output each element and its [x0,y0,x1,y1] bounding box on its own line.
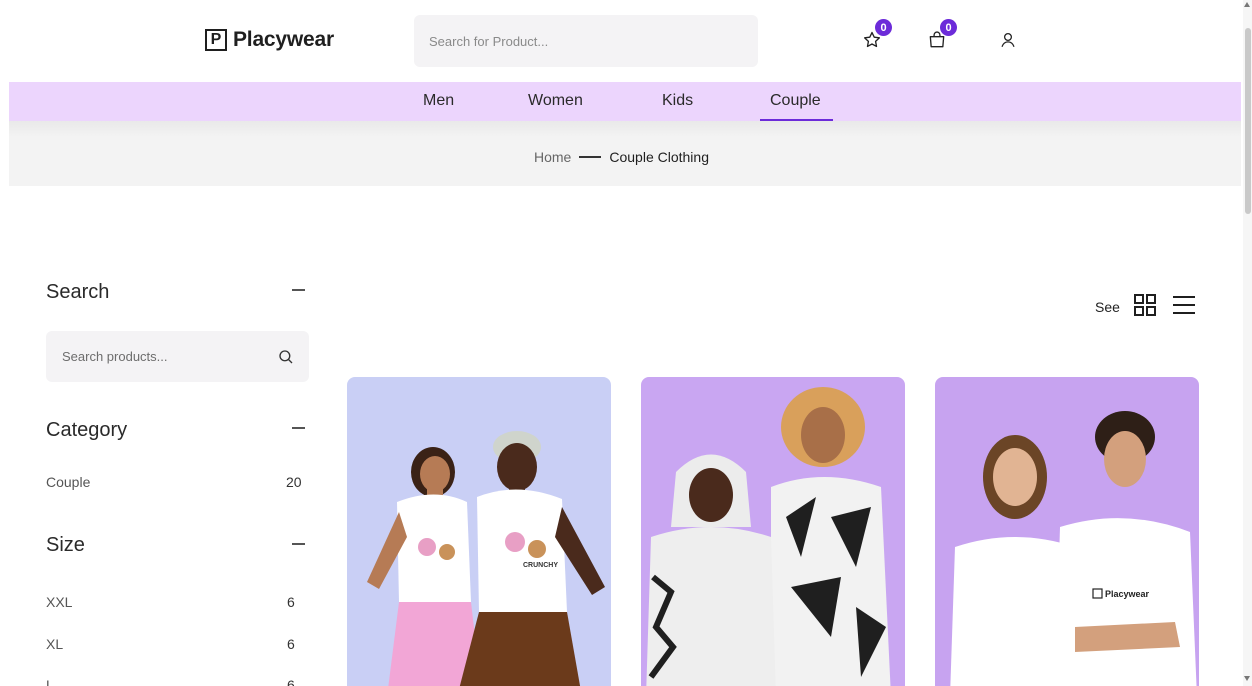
cart-count-badge: 0 [940,19,957,36]
product-card[interactable]: CRUNCHY [347,377,611,686]
size-count: 6 [287,594,295,610]
size-item-xxl[interactable]: XXL [46,594,72,610]
product-image[interactable] [641,377,905,686]
search-icon[interactable] [277,348,295,366]
top-header: P Placywear 0 0 [9,10,1241,82]
logo-text: Placywear [233,28,334,51]
collapse-search-icon[interactable] [292,289,305,291]
size-count: 6 [287,636,295,652]
scrollbar-thumb[interactable] [1245,28,1251,214]
sidebar-search-input[interactable] [62,349,277,364]
scroll-down-arrow-icon[interactable] [1244,676,1250,681]
shirt-print-text: Placywear [1105,589,1150,599]
breadcrumb-current: Couple Clothing [609,149,709,165]
scroll-up-arrow-icon[interactable] [1244,2,1250,7]
product-image[interactable]: Placywear [935,377,1199,686]
product-image[interactable]: CRUNCHY [347,377,611,686]
list-icon [1173,296,1195,314]
view-mode-label: See [1095,299,1120,315]
size-filter-title: Size [46,534,85,556]
product-search-input[interactable] [429,33,758,49]
size-item-l[interactable]: L [46,677,54,686]
user-icon [1001,32,1015,47]
account-button[interactable] [996,28,1020,52]
search-filter-title: Search [46,281,110,303]
sidebar-search-box[interactable] [46,331,309,382]
collapse-category-icon[interactable] [292,427,305,429]
shirt-print-text: CRUNCHY [523,562,558,569]
collapse-size-icon[interactable] [292,543,305,545]
category-count: 20 [286,474,302,490]
cart-button[interactable]: 0 [925,19,957,52]
nav-item-kids[interactable]: Kids [662,92,693,110]
grid-icon [1134,294,1156,316]
nav-item-women[interactable]: Women [528,92,583,110]
product-search-box[interactable] [414,15,758,67]
list-view-button[interactable] [1171,292,1197,318]
grid-view-button[interactable] [1132,292,1158,318]
size-count: 6 [287,677,295,686]
nav-item-couple[interactable]: Couple [770,92,821,110]
wishlist-button[interactable]: 0 [860,19,892,52]
wishlist-count-badge: 0 [875,19,892,36]
logo-mark: P [205,29,227,51]
breadcrumb: Home Couple Clothing [534,149,709,165]
breadcrumb-home-link[interactable]: Home [534,149,571,165]
breadcrumb-separator [579,156,602,158]
category-nav: Men Women Kids Couple [9,82,1241,121]
category-item-couple[interactable]: Couple [46,474,90,490]
product-card[interactable] [641,377,905,686]
category-filter-title: Category [46,419,128,441]
breadcrumb-bar: Home Couple Clothing [9,121,1241,186]
size-item-xl[interactable]: XL [46,636,63,652]
product-card[interactable]: Placywear [935,377,1199,686]
logo[interactable]: P Placywear [205,28,334,52]
nav-item-men[interactable]: Men [423,92,454,110]
